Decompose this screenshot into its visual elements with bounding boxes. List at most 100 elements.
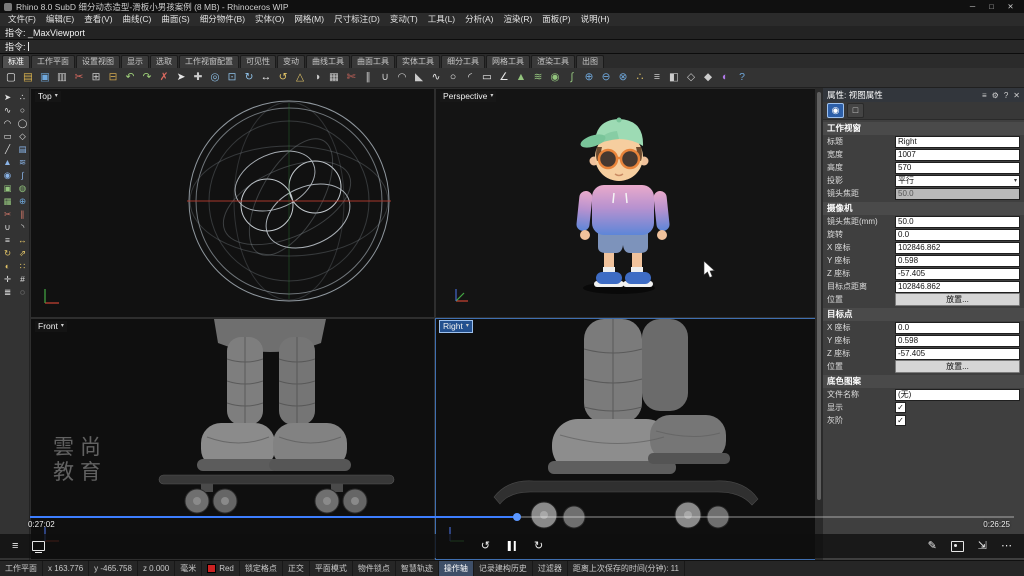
scrollbar-thumb[interactable] [817,92,821,500]
gumball-icon[interactable]: ✛ [1,273,14,285]
menu-item[interactable]: 编辑(E) [41,13,79,26]
redo-icon[interactable]: ↷ [139,69,155,86]
toolbar-tab[interactable]: 细分工具 [441,55,485,68]
display-properties-tab-icon[interactable]: □ [847,103,864,118]
offset-icon[interactable]: ≡ [1,234,14,246]
viewport-top[interactable]: Top ▾ [30,88,435,318]
fillet-icon[interactable]: ◠ [394,69,410,86]
scale-icon[interactable]: △ [292,69,308,86]
toolbar-tab[interactable]: 选取 [150,55,178,68]
checkbox[interactable]: ✓ [895,415,906,426]
point-icon[interactable]: ∴ [16,91,29,103]
viewport-properties-tab-icon[interactable]: ◉ [827,103,844,118]
menu-item[interactable]: 查看(V) [79,13,117,26]
zoom-extents-icon[interactable]: ⊡ [224,69,240,86]
revolve-icon[interactable]: ◉ [547,69,563,86]
surface-icon[interactable]: ▤ [16,143,29,155]
statusbar-item[interactable]: 毫米 [175,561,202,576]
menu-item[interactable]: 分析(A) [460,13,498,26]
help-icon[interactable]: ? [1004,91,1008,100]
arc-icon[interactable]: ◜ [462,69,478,86]
command-input[interactable]: 指令: [0,40,1024,54]
menu-item[interactable]: 面板(P) [537,13,575,26]
boolean-intersection-icon[interactable]: ⊗ [615,69,631,86]
statusbar-item[interactable]: x 163.776 [43,561,89,576]
playlist-icon[interactable]: ≡ [12,538,18,554]
zoom-icon[interactable]: ◎ [207,69,223,86]
render-icon[interactable]: ◐ [717,69,733,86]
input-field[interactable]: 0.0 [895,229,1020,241]
input-field[interactable]: -57.405 [895,268,1020,280]
input-field[interactable]: 0.598 [895,255,1020,267]
pause-button[interactable] [508,540,516,552]
toolbar-tab[interactable]: 网格工具 [486,55,530,68]
statusbar-item[interactable]: 工作平面 [0,561,43,576]
forward-icon[interactable]: ↻ [534,538,543,554]
toolbar-tab[interactable]: 设置视图 [76,55,120,68]
input-field[interactable]: (无) [895,389,1020,401]
toolbar-tab[interactable]: 曲线工具 [306,55,350,68]
statusbar-item[interactable]: 操作轴 [439,561,474,576]
fillet-icon[interactable]: ◝ [16,221,29,233]
toolbar-tab[interactable]: 工作视窗配置 [179,55,239,68]
cut-icon[interactable]: ✂ [71,69,87,86]
layers-icon[interactable]: ≣ [1,286,14,298]
circle-icon[interactable]: ○ [16,104,29,116]
toolbar-tab[interactable]: 变动 [277,55,305,68]
statusbar-item[interactable]: 过滤器 [533,561,568,576]
toolbar-tab[interactable]: 出图 [576,55,604,68]
mirror-icon[interactable]: ◐ [1,260,14,272]
move-icon[interactable]: ↔ [258,69,274,86]
input-field[interactable]: 0.0 [895,322,1020,334]
select-icon[interactable]: ➤ [173,69,189,86]
split-icon[interactable]: ∥ [16,208,29,220]
input-field[interactable]: 0.598 [895,335,1020,347]
toolbar-tab[interactable]: 曲面工具 [351,55,395,68]
points-on-icon[interactable]: ∴ [632,69,648,86]
select-field[interactable]: 平行▾ [895,175,1020,187]
toolbar-tab[interactable]: 显示 [121,55,149,68]
input-field[interactable]: 50.0 [895,216,1020,228]
menu-item[interactable]: 实体(O) [250,13,289,26]
right-viewport-canvas[interactable] [436,319,845,560]
maximize-button[interactable]: □ [982,0,1001,13]
menu-item[interactable]: 细分物件(B) [195,13,250,26]
viewport-front[interactable]: Front ▾ 雲尚 教育 [30,318,435,560]
polyline-icon[interactable]: ∠ [496,69,512,86]
sweep-icon[interactable]: ∫ [16,169,29,181]
move-icon[interactable]: ↔ [16,234,29,246]
statusbar-item[interactable]: 物件锁点 [353,561,396,576]
input-field[interactable]: 1007 [895,149,1020,161]
array-icon[interactable]: ▦ [326,69,342,86]
sweep-icon[interactable]: ∫ [564,69,580,86]
statusbar-item[interactable]: Red [202,561,240,576]
statusbar-item[interactable]: 距离上次保存的时间(分钟): 11 [568,561,685,576]
statusbar-item[interactable]: 锁定格点 [240,561,283,576]
ellipse-icon[interactable]: ◯ [16,117,29,129]
hide-icon[interactable]: ◌ [16,286,29,298]
curve-icon[interactable]: ∿ [1,104,14,116]
help-icon[interactable]: ? [734,69,750,86]
toolbar-tab[interactable]: 标准 [2,55,30,68]
undo-icon[interactable]: ↶ [122,69,138,86]
menu-item[interactable]: 渲染(R) [498,13,537,26]
perspective-viewport-canvas[interactable] [436,89,845,318]
input-field[interactable]: Right [895,136,1020,148]
menu-item[interactable]: 曲线(C) [118,13,157,26]
trim-icon[interactable]: ✂ [1,208,14,220]
line-icon[interactable]: ╱ [1,143,14,155]
chevron-down-icon[interactable]: ▾ [490,91,493,102]
chevron-down-icon[interactable]: ▾ [55,91,58,102]
viewport-perspective-title[interactable]: Perspective ▾ [440,91,496,102]
revolve-icon[interactable]: ◉ [1,169,14,181]
menu-item[interactable]: 网格(M) [289,13,329,26]
close-button[interactable]: ✕ [1001,0,1020,13]
chamfer-icon[interactable]: ◣ [411,69,427,86]
top-viewport-canvas[interactable] [31,89,435,318]
more-icon[interactable]: ⋯ [1001,538,1012,554]
menu-item[interactable]: 曲面(S) [156,13,194,26]
subd-sphere-icon[interactable]: ◍ [16,182,29,194]
layers-icon[interactable]: ≡ [649,69,665,86]
rotate-icon[interactable]: ↻ [1,247,14,259]
delete-icon[interactable]: ✗ [156,69,172,86]
